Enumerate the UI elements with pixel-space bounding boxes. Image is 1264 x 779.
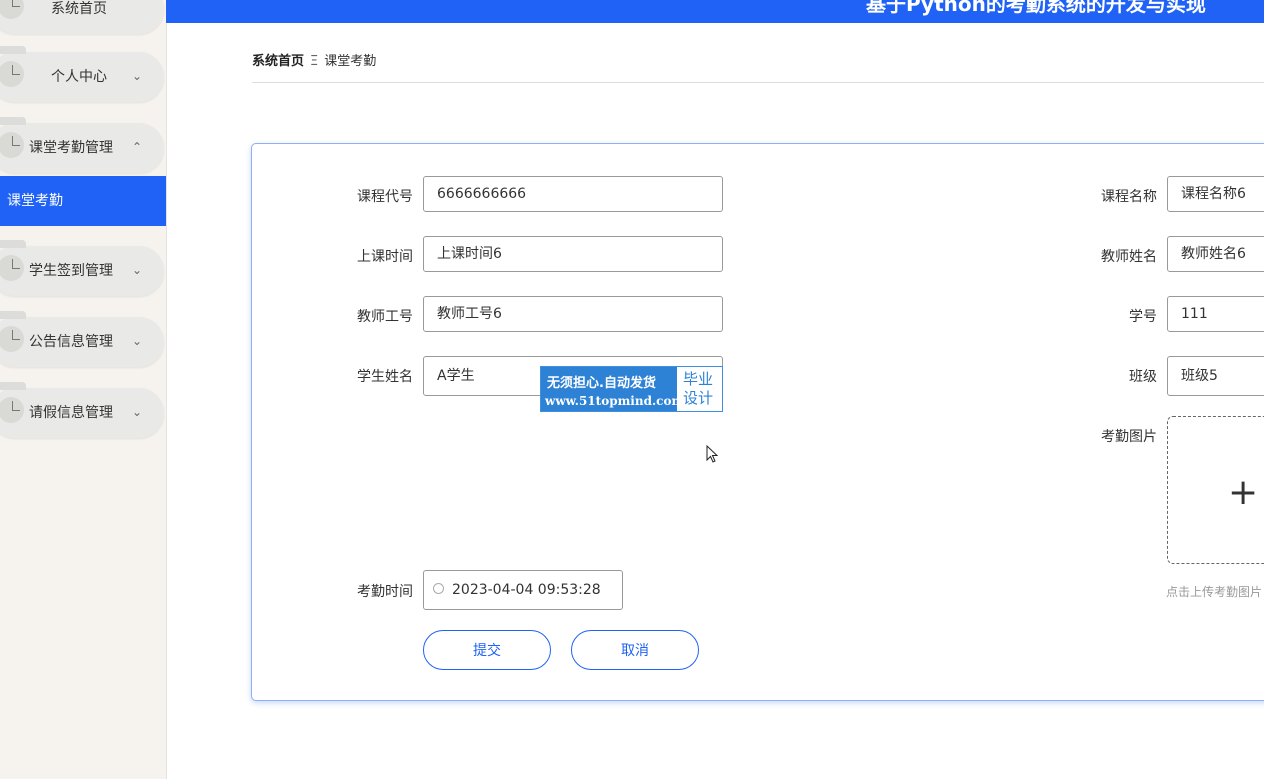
clock-icon	[433, 582, 444, 594]
class-label: 班级	[1129, 369, 1157, 385]
plus-icon: +	[1228, 472, 1259, 513]
watermark-line1: 无须担心.自动发货	[547, 376, 656, 391]
tree-branch-icon	[0, 326, 24, 352]
sidebar-item-personal-center[interactable]: 个人中心 ⌄	[0, 46, 164, 102]
watermark-badge: 无须担心.自动发货 www.51topmind.com 毕业设计	[540, 366, 723, 412]
top-bar: 基于Python的考勤系统的开发与实现	[166, 0, 1264, 23]
chevron-down-icon: ⌄	[131, 263, 142, 277]
class-time-input[interactable]: 上课时间6	[423, 236, 723, 272]
sidebar-item-notice-management[interactable]: 公告信息管理 ⌄	[0, 311, 164, 367]
student-name-label: 学生姓名	[357, 369, 413, 385]
sidebar-item-home[interactable]: 系统首页	[0, 0, 164, 34]
teacher-id-input[interactable]: 教师工号6	[423, 296, 723, 332]
attendance-image-upload[interactable]: +	[1167, 416, 1264, 564]
sidebar-item-checkin-management[interactable]: 学生签到管理 ⌄	[0, 240, 164, 296]
student-id-input[interactable]: 111	[1167, 296, 1264, 332]
watermark-blue-panel: 无须担心.自动发货 www.51topmind.com	[541, 367, 684, 411]
upload-hint: 点击上传考勤图片	[1166, 585, 1263, 599]
watermark-side-text: 毕业设计	[683, 370, 714, 407]
course-name-input[interactable]: 课程名称6	[1167, 176, 1264, 212]
attendance-time-value: 2023-04-04 09:53:28	[452, 582, 601, 598]
tree-branch-icon	[0, 255, 24, 281]
attendance-form: 课程代号 6666666666 上课时间 上课时间6 教师工号 教师工号6 学生…	[251, 143, 1264, 701]
breadcrumb-separator-icon: Ξ	[310, 54, 319, 69]
attendance-image-label: 考勤图片	[1101, 429, 1157, 445]
attendance-time-label: 考勤时间	[357, 584, 413, 600]
chevron-up-icon: ⌃	[131, 140, 142, 154]
chevron-down-icon: ⌄	[131, 405, 142, 419]
watermark-line2: www.51topmind.com	[545, 394, 685, 408]
chevron-down-icon: ⌄	[131, 69, 142, 83]
class-input[interactable]: 班级5	[1167, 356, 1264, 396]
tree-branch-icon	[0, 0, 24, 19]
course-code-label: 课程代号	[357, 189, 413, 205]
breadcrumb-home[interactable]: 系统首页	[252, 54, 304, 69]
submit-button[interactable]: 提交	[423, 630, 551, 670]
sidebar-item-label: 请假信息管理	[29, 405, 113, 421]
sidebar-item-attendance-management[interactable]: 课堂考勤管理 ⌃	[0, 117, 164, 173]
sidebar-item-label: 学生签到管理	[29, 263, 113, 279]
course-name-label: 课程名称	[1101, 189, 1157, 205]
app-title: 基于Python的考勤系统的开发与实现	[866, 0, 1206, 16]
teacher-name-input[interactable]: 教师姓名6	[1167, 236, 1264, 272]
sidebar-subitem-label: 课堂考勤	[7, 193, 63, 209]
sidebar-item-leave-management[interactable]: 请假信息管理 ⌄	[0, 382, 164, 438]
mouse-cursor-icon	[706, 445, 718, 463]
attendance-time-picker[interactable]: 2023-04-04 09:53:28	[423, 570, 623, 610]
tree-branch-icon	[0, 132, 24, 158]
class-time-label: 上课时间	[357, 249, 413, 265]
breadcrumb-current: 课堂考勤	[324, 54, 377, 69]
teacher-id-label: 教师工号	[357, 309, 413, 325]
tree-branch-icon	[0, 61, 24, 87]
student-id-label: 学号	[1129, 309, 1157, 325]
breadcrumb: 系统首页 Ξ 课堂考勤	[252, 50, 376, 69]
tree-branch-icon	[0, 397, 24, 423]
sidebar-item-label: 系统首页	[51, 1, 107, 17]
sidebar-item-label: 个人中心	[51, 69, 107, 85]
divider	[252, 82, 1264, 83]
sidebar-item-label: 课堂考勤管理	[29, 140, 113, 156]
sidebar-item-label: 公告信息管理	[29, 334, 113, 350]
sidebar-subitem-class-attendance[interactable]: 课堂考勤	[0, 176, 166, 226]
course-code-input[interactable]: 6666666666	[423, 176, 723, 212]
chevron-down-icon: ⌄	[131, 334, 142, 348]
sidebar: 系统首页 个人中心 ⌄ 课堂考勤管理 ⌃ 课堂考勤 学生签到管理 ⌄ 公告信息管…	[0, 0, 167, 779]
teacher-name-label: 教师姓名	[1101, 249, 1157, 265]
cancel-button[interactable]: 取消	[571, 630, 699, 670]
